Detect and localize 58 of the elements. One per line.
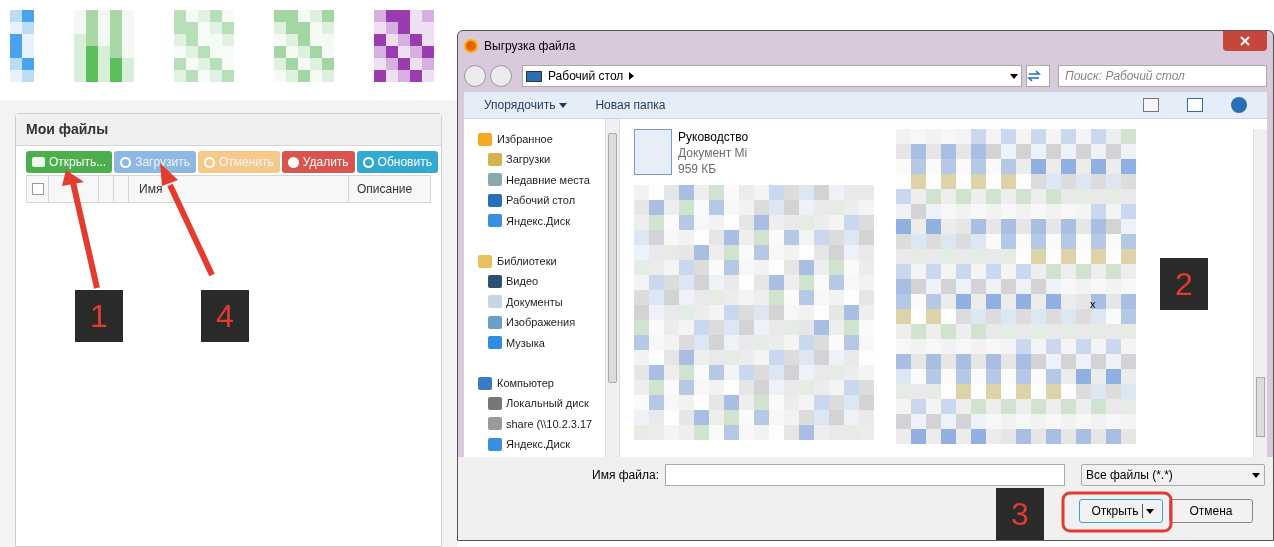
pixelated-area [374,10,434,82]
nav-group[interactable]: Библиотеки [497,252,557,270]
nav-item[interactable]: Видео [506,273,539,290]
toolbar-button[interactable]: Удалить [281,151,355,173]
column-header[interactable]: Описание [357,180,413,198]
checkbox[interactable] [31,183,44,195]
refresh-button[interactable] [1026,65,1050,87]
view-icon[interactable] [1143,98,1159,112]
file-type: Документ Mi [678,145,749,161]
column-header[interactable]: Имя [139,180,163,198]
file-size: 959 КБ [678,161,718,177]
nav-group[interactable]: Избранное [497,130,553,148]
field-label: Имя файла: [592,467,659,484]
nav-item[interactable]: Загрузки [506,151,551,168]
number-marker: 2 [1160,258,1208,310]
scrollbar[interactable] [1253,129,1267,457]
toolbar-button[interactable]: Новая папка [595,96,666,114]
nav-group[interactable]: Компьютер [497,374,554,392]
pixelated-area [74,10,134,82]
caret-icon [559,103,568,109]
nav-item[interactable]: Недавние места [506,171,590,188]
scrollbar[interactable] [605,119,619,457]
file-name-field[interactable] [664,464,1065,486]
toolbar-button[interactable]: Упорядочить [484,96,568,114]
chevron-icon [629,72,635,80]
caret-icon [1251,472,1260,478]
file-type-dropdown[interactable]: Все файлы (*.*) [1080,464,1265,486]
breadcrumb[interactable]: Рабочий стол [548,67,624,85]
number-marker: 3 [996,488,1044,540]
address-bar[interactable]: Рабочий стол [522,65,1022,87]
pixelated-area [274,10,334,82]
window-title: Выгрузка файла [484,38,576,55]
close-icon [1240,36,1250,46]
nav-item[interactable]: Изображения [506,314,576,331]
nav-item[interactable]: Музыка [506,334,545,351]
stray-text: x [1090,297,1096,312]
number-marker: 1 [75,290,123,342]
close-button[interactable] [1223,31,1267,51]
cancel-button[interactable]: Отмена [1169,499,1253,523]
number-marker: 4 [201,290,249,342]
forward-button[interactable] [490,65,512,87]
panel-title: Мои файлы [26,120,109,139]
nav-item[interactable]: Рабочий стол [506,192,576,209]
nav-item[interactable]: share (\\10.2.3.17 [506,415,593,432]
nav-item[interactable]: Локальный диск [506,395,589,412]
back-button[interactable] [464,65,486,87]
nav-item[interactable]: Документы [506,293,563,310]
file-name[interactable]: Руководство [678,129,749,145]
pixelated-area [174,10,234,82]
app-icon [464,39,478,53]
preview-pane-icon[interactable] [1187,98,1203,112]
open-button[interactable]: Открыть [1079,499,1163,523]
nav-item[interactable]: Яндекс.Диск [506,436,570,453]
caret-icon [1142,504,1154,518]
search-field[interactable]: Поиск: Рабочий стол [1058,65,1267,87]
dropdown-icon[interactable] [1010,73,1018,79]
nav-item[interactable]: Яндекс.Диск [506,212,570,229]
pixelated-area [10,10,34,82]
